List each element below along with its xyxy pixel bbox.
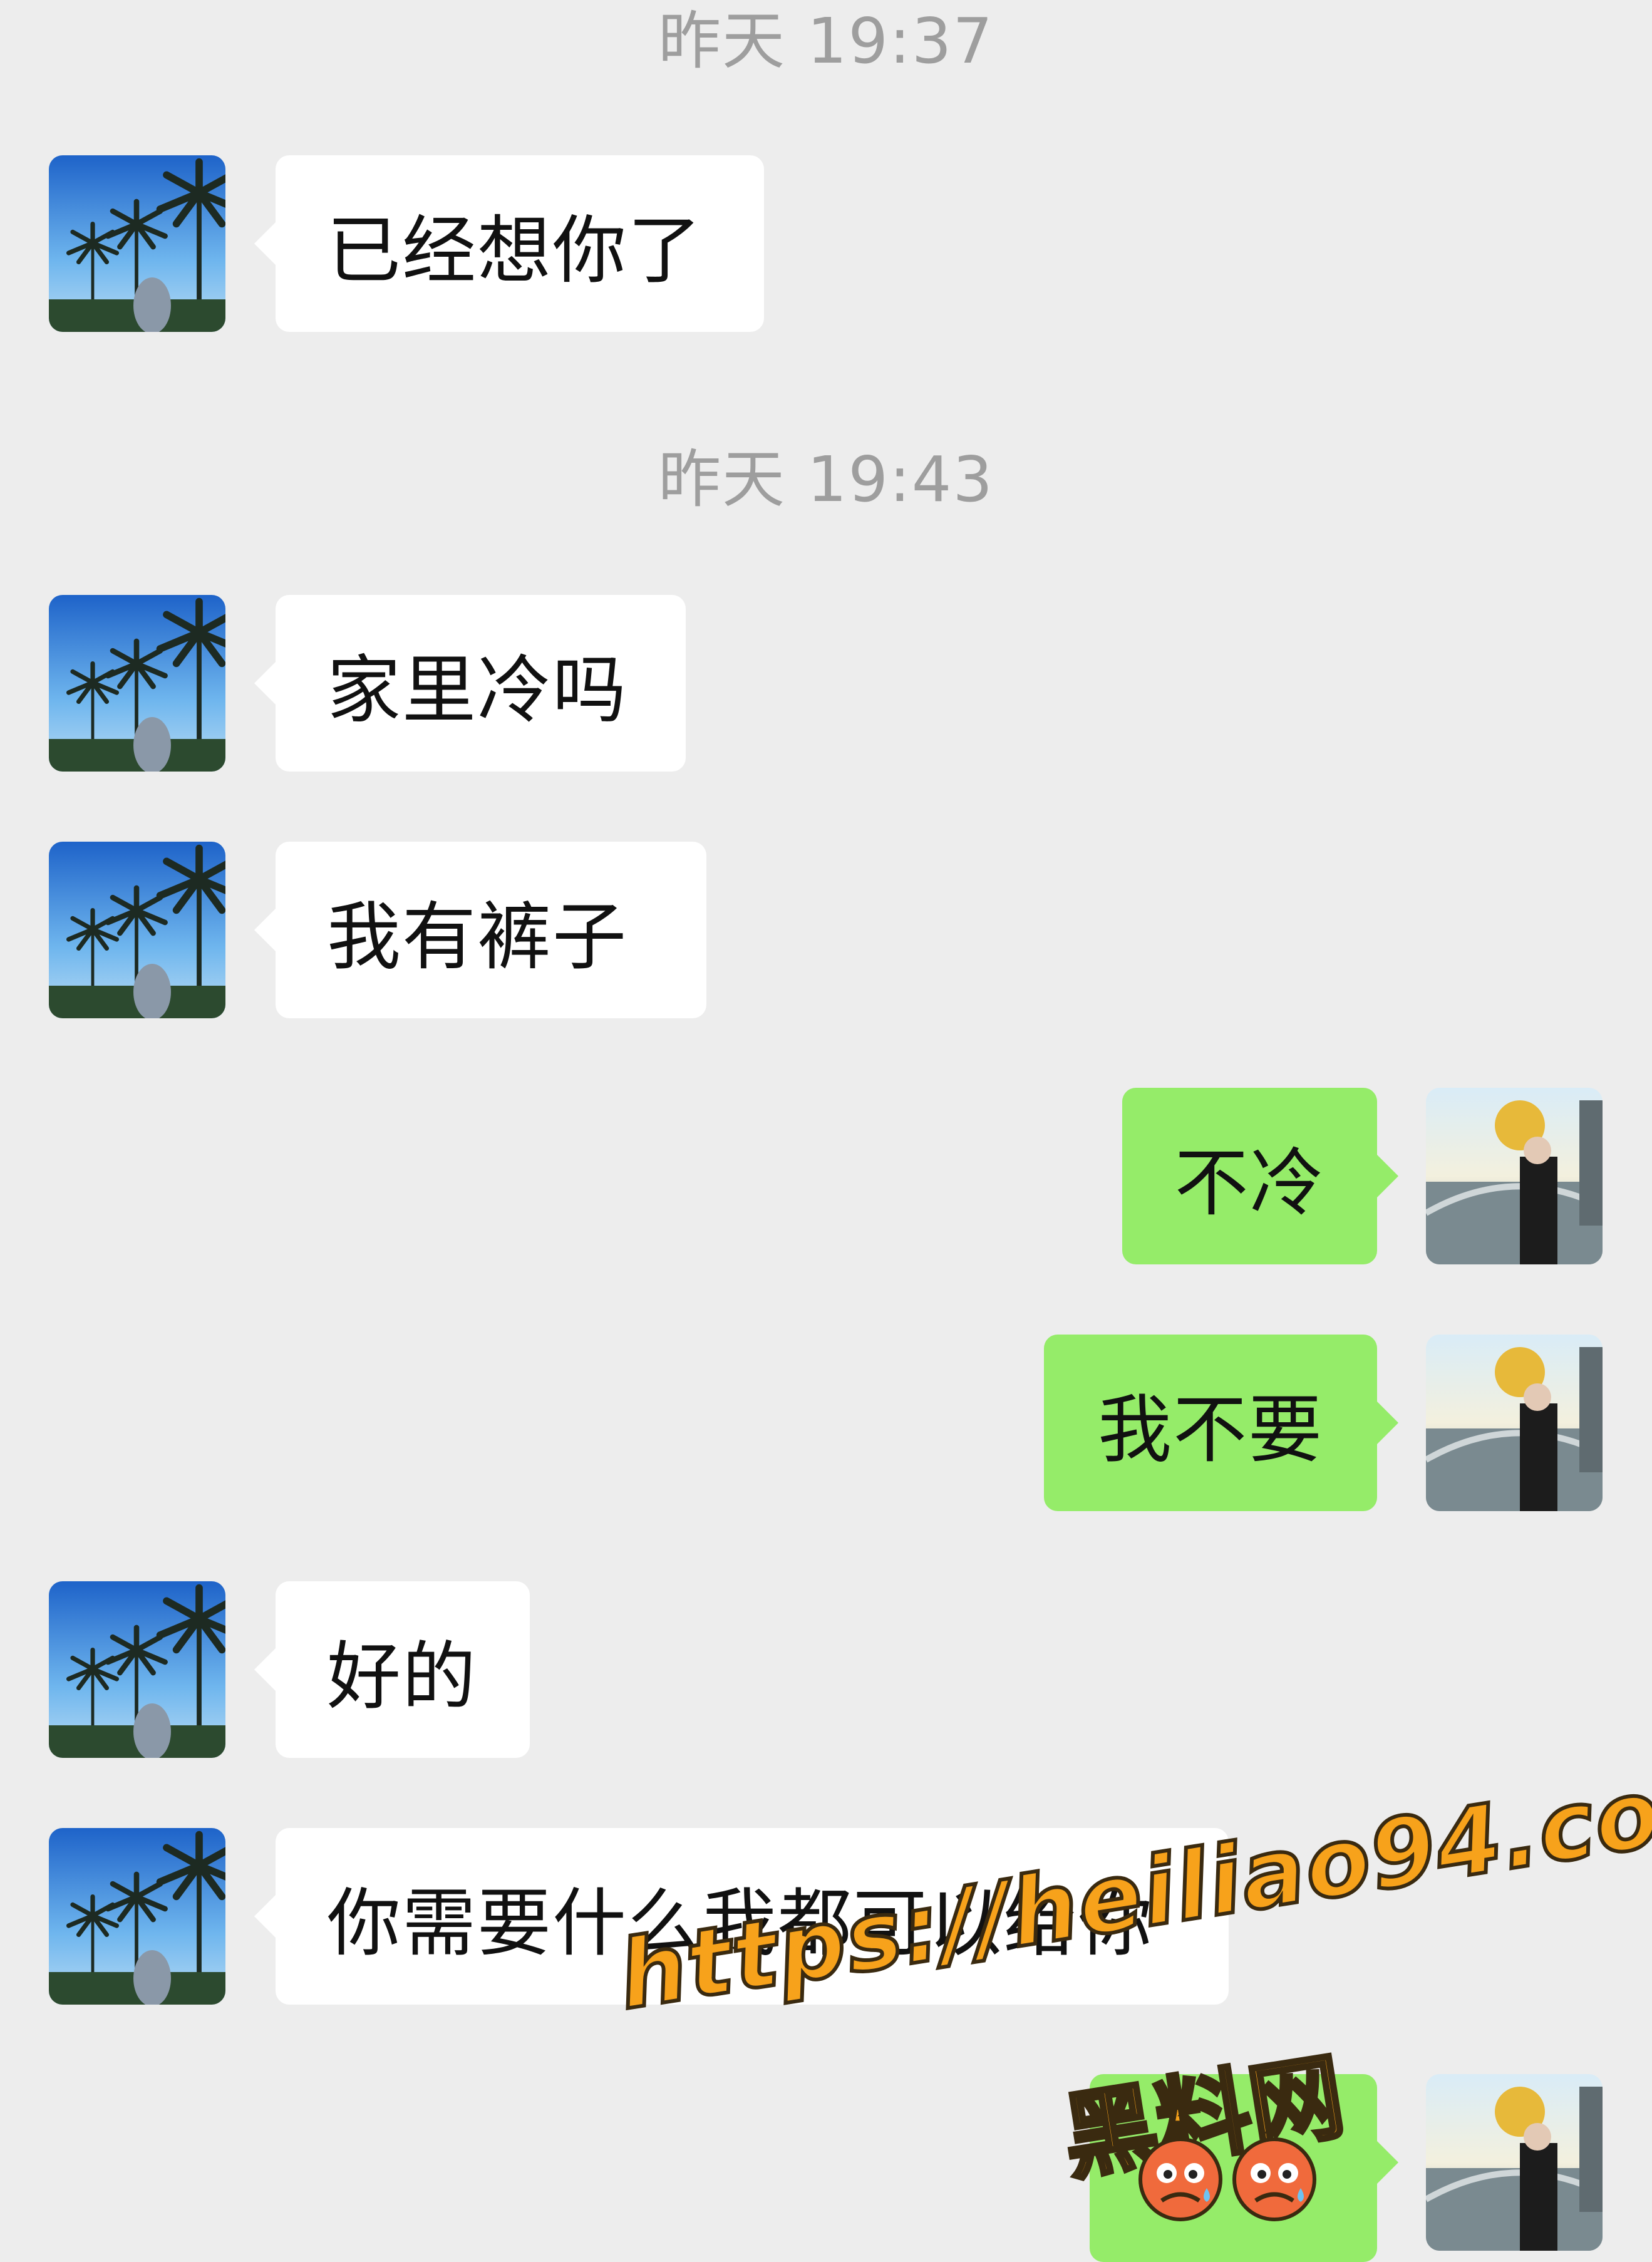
message-bubble-incoming[interactable]: 你需要什么我都可以给你 <box>254 1828 1229 2005</box>
message-bubble-outgoing[interactable] <box>1090 2074 1398 2262</box>
user-avatar[interactable] <box>1426 1088 1603 1264</box>
chat-window: 昨天 19:37 已经想你了 昨天 19:43 家里冷吗 我有裤子 不冷 我不要… <box>0 0 1652 2262</box>
contact-avatar[interactable] <box>49 595 225 772</box>
contact-avatar[interactable] <box>49 842 225 1018</box>
contact-avatar[interactable] <box>49 1581 225 1758</box>
message-bubble-outgoing[interactable]: 不冷 <box>1122 1088 1398 1264</box>
user-avatar[interactable] <box>1426 1335 1603 1511</box>
message-bubble-incoming[interactable]: 已经想你了 <box>254 155 764 332</box>
timestamp: 昨天 19:37 <box>658 4 994 78</box>
message-bubble-incoming[interactable]: 家里冷吗 <box>254 595 686 772</box>
contact-avatar[interactable] <box>49 1828 225 2005</box>
timestamp: 昨天 19:43 <box>658 443 994 516</box>
message-bubble-outgoing[interactable]: 我不要 <box>1044 1335 1398 1511</box>
message-bubble-incoming[interactable]: 好的 <box>254 1581 530 1758</box>
user-avatar[interactable] <box>1426 2074 1603 2251</box>
contact-avatar[interactable] <box>49 155 225 332</box>
message-bubble-incoming[interactable]: 我有裤子 <box>254 842 706 1018</box>
